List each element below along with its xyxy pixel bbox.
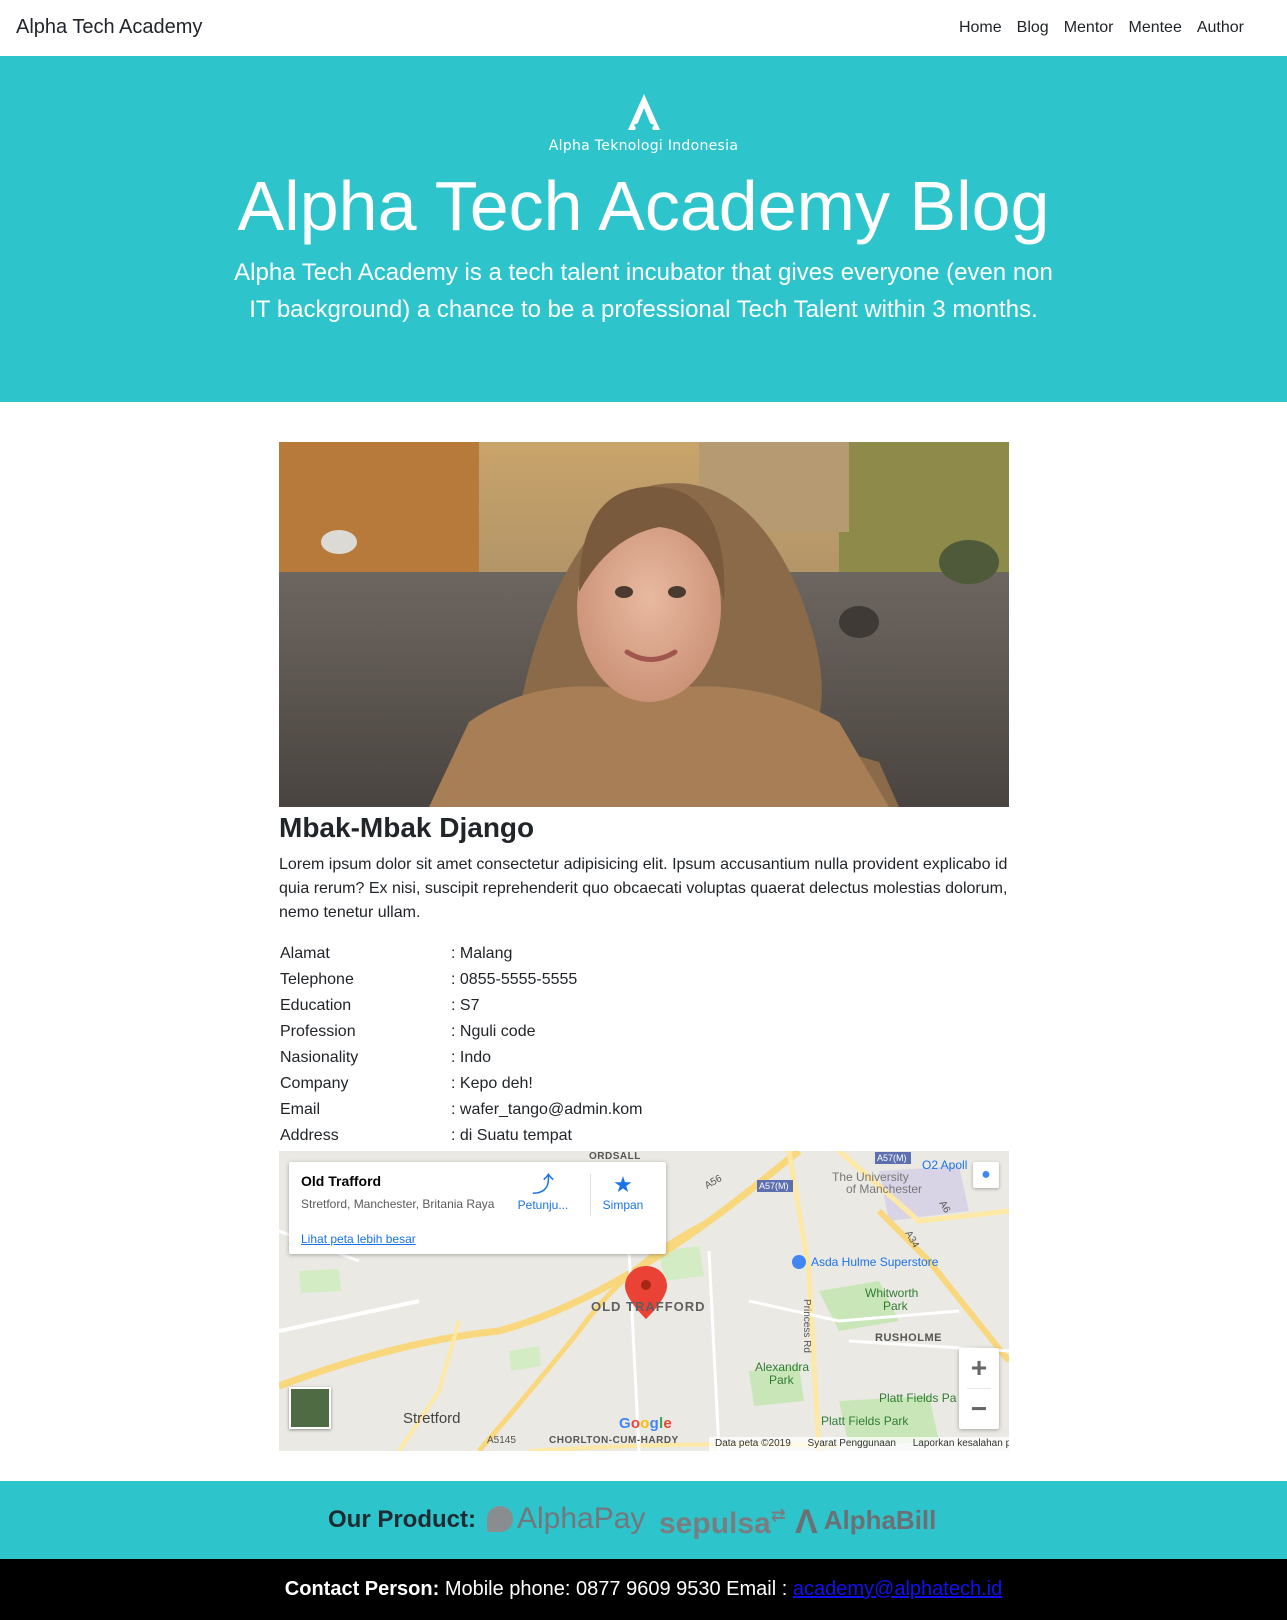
map-data-credit: Data peta ©2019 (715, 1437, 791, 1449)
detail-value: : S7 (451, 996, 480, 1014)
map-directions-button[interactable]: ⤴ Petunju... (515, 1172, 571, 1212)
map-label-university-2: of Manchester (846, 1182, 922, 1196)
detail-value: : di Suatu tempat (451, 1126, 572, 1144)
alphabill-label: AlphaBill (823, 1505, 937, 1535)
map-place-address: Stretford, Manchester, Britania Raya (301, 1196, 495, 1211)
zoom-in-button[interactable]: + (959, 1348, 999, 1388)
contact-label: Contact Person: (284, 1578, 440, 1600)
detail-value: : Malang (451, 944, 513, 962)
detail-key: Address (280, 1126, 339, 1144)
detail-key: Company (280, 1074, 349, 1092)
alpha-logo: Alpha Teknologi Indonesia (0, 92, 1287, 154)
map-label-alexandra-park: Park (769, 1373, 795, 1387)
map-label-platt-2: Platt Fields Pa (879, 1391, 957, 1405)
detail-key: Telephone (280, 970, 354, 988)
profile-photo (279, 442, 1009, 807)
map-label-old-trafford: OLD TRAFFORD (591, 1299, 706, 1314)
detail-key: Education (280, 996, 352, 1014)
google-map-embed[interactable]: OLD TRAFFORD Stretford CHORLTON-CUM-HARD… (279, 1150, 1009, 1451)
contact-footer: Contact Person: Mobile phone: 0877 9609 … (0, 1559, 1287, 1620)
product-alphapay[interactable]: AlphaPay (487, 1502, 645, 1536)
detail-value: : 0855-5555-5555 (451, 970, 578, 988)
page-title: Alpha Tech Academy Blog (237, 167, 1050, 245)
detail-row-email: Email : wafer_tango@admin.kom (279, 1097, 642, 1123)
map-label-o2: O2 Apoll (922, 1158, 967, 1172)
logo-text: Alpha Teknologi Indonesia (548, 138, 739, 154)
products-footer: Our Product: AlphaPay sepulsa⇄ Λ AlphaBil… (0, 1481, 1287, 1559)
alphapay-icon (487, 1506, 513, 1532)
map-place-name: Old Trafford (301, 1172, 382, 1189)
nav-blog[interactable]: Blog (1017, 19, 1049, 37)
detail-row-telephone: Telephone : 0855-5555-5555 (279, 967, 642, 993)
nav-mentee[interactable]: Mentee (1128, 19, 1181, 37)
detail-value: : Indo (451, 1048, 492, 1066)
pegman-icon[interactable]: ● (973, 1161, 999, 1188)
detail-row-profession: Profession : Nguli code (279, 1019, 642, 1045)
contact-email-link[interactable]: academy@alphatech.id (793, 1578, 1002, 1600)
profile-content: Mbak-Mbak Django Lorem ipsum dolor sit a… (279, 442, 1009, 1451)
map-place-card: Old Trafford Stretford, Manchester, Brit… (289, 1161, 666, 1254)
map-directions-label: Petunju... (517, 1197, 569, 1212)
map-zoom-control: + − (959, 1347, 999, 1429)
sepulsa-label: sepulsa (659, 1507, 771, 1540)
zoom-out-button[interactable]: − (959, 1389, 999, 1429)
map-larger-link[interactable]: Lihat peta lebih besar (301, 1232, 416, 1246)
detail-value: : wafer_tango@admin.kom (451, 1100, 643, 1118)
product-sepulsa[interactable]: sepulsa⇄ (659, 1505, 786, 1541)
nav-home[interactable]: Home (959, 19, 1002, 37)
nav-mentor[interactable]: Mentor (1064, 19, 1114, 37)
map-save-label: Simpan (602, 1197, 644, 1212)
map-save-button[interactable]: ★ Simpan (597, 1172, 649, 1212)
map-label-stretford: Stretford (403, 1410, 461, 1427)
detail-row-address: Address : di Suatu tempat (279, 1123, 642, 1149)
map-attribution: Data peta ©2019 Syarat Penggunaan Lapork… (709, 1436, 1009, 1451)
detail-key: Email (280, 1100, 321, 1118)
map-card-divider (590, 1173, 591, 1216)
detail-value: : Nguli code (451, 1022, 536, 1040)
detail-value: : Kepo deh! (451, 1074, 533, 1092)
map-label-asda: Asda Hulme Superstore (811, 1255, 939, 1269)
detail-row-alamat: Alamat : Malang (279, 941, 642, 967)
nav-author[interactable]: Author (1197, 19, 1244, 37)
detail-row-education: Education : S7 (279, 993, 642, 1019)
profile-bio: Lorem ipsum dolor sit amet consectetur a… (279, 855, 1008, 921)
hero-lead: Alpha Tech Academy is a tech talent incu… (234, 259, 1053, 324)
map-label-whitworth: Whitworth (865, 1286, 918, 1300)
map-label-alexandra: Alexandra (755, 1360, 809, 1374)
map-label-rusholme: RUSHOLME (875, 1332, 942, 1344)
detail-key: Alamat (280, 944, 330, 962)
detail-key: Profession (280, 1022, 356, 1040)
alpha-logo-icon (627, 94, 660, 130)
detail-row-company: Company : Kepo deh! (279, 1071, 642, 1097)
map-label-a5145: A5145 (487, 1435, 516, 1446)
alphabill-icon: Λ (795, 1503, 818, 1541)
detail-key: Nasionality (280, 1048, 359, 1066)
hero-banner: Alpha Teknologi Indonesia Alpha Tech Aca… (0, 56, 1287, 402)
map-label-a57m: A57(M) (759, 1181, 789, 1191)
nav-links: Home Blog Mentor Mentee Author (944, 19, 1244, 37)
google-logo: Google (619, 1414, 672, 1432)
navbar: Alpha Tech Academy Home Blog Mentor Ment… (0, 0, 1287, 56)
sepulsa-arrow-icon: ⇄ (770, 1505, 786, 1525)
map-report-link[interactable]: Laporkan kesalahan peta (913, 1438, 1009, 1449)
star-icon: ★ (613, 1171, 633, 1197)
map-label-princess-rd: Princess Rd (801, 1299, 812, 1353)
map-label-platt: Platt Fields Park (821, 1414, 909, 1428)
profile-details-table: Alamat : Malang Telephone : 0855-5555-55… (279, 941, 642, 1149)
products-label: Our Product: (328, 1506, 476, 1533)
profile-name: Mbak-Mbak Django (279, 812, 535, 843)
contact-text: Mobile phone: 0877 9609 9530 Email : (444, 1578, 788, 1600)
detail-row-nasionality: Nasionality : Indo (279, 1045, 642, 1071)
map-label-chorlton: CHORLTON-CUM-HARDY (549, 1435, 679, 1446)
satellite-toggle[interactable] (289, 1386, 331, 1429)
map-label-a57m-2: A57(M) (877, 1153, 907, 1163)
map-label-whitworth-park: Park (883, 1299, 909, 1313)
navbar-brand[interactable]: Alpha Tech Academy (16, 16, 202, 39)
directions-icon: ⤴ (531, 1171, 554, 1197)
map-label-ordsall: ORDSALL (589, 1151, 641, 1162)
product-alphabill[interactable]: Λ AlphaBill (795, 1503, 936, 1542)
map-terms-link[interactable]: Syarat Penggunaan (808, 1438, 896, 1449)
alphapay-label: AlphaPay (517, 1502, 646, 1535)
